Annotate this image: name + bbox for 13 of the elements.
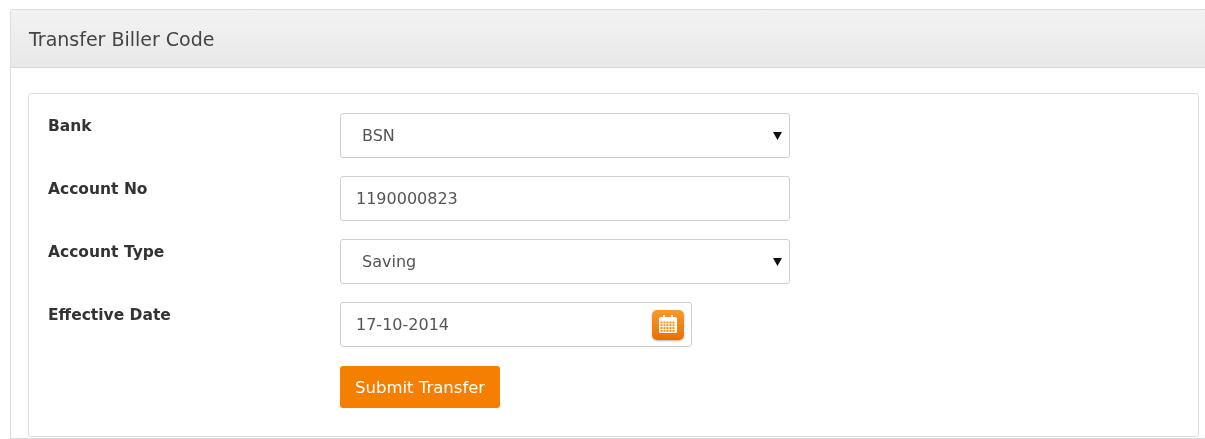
calendar-button[interactable] bbox=[652, 309, 684, 340]
select-field[interactable]: Saving bbox=[340, 239, 790, 284]
field-label: Account Type bbox=[48, 242, 166, 263]
caret-icon bbox=[773, 131, 782, 140]
field-label: Effective Date bbox=[48, 305, 172, 326]
panel-title: Transfer Biller Code bbox=[29, 27, 215, 50]
caret-icon bbox=[773, 257, 782, 266]
select-field[interactable]: BSN bbox=[340, 113, 790, 158]
input-field[interactable]: 1190000823 bbox=[340, 176, 790, 221]
date-field[interactable]: 17-10-2014 bbox=[340, 302, 692, 347]
field-label: Bank bbox=[48, 116, 93, 137]
field-label: Account No bbox=[48, 179, 149, 200]
calendar-icon bbox=[658, 315, 678, 334]
